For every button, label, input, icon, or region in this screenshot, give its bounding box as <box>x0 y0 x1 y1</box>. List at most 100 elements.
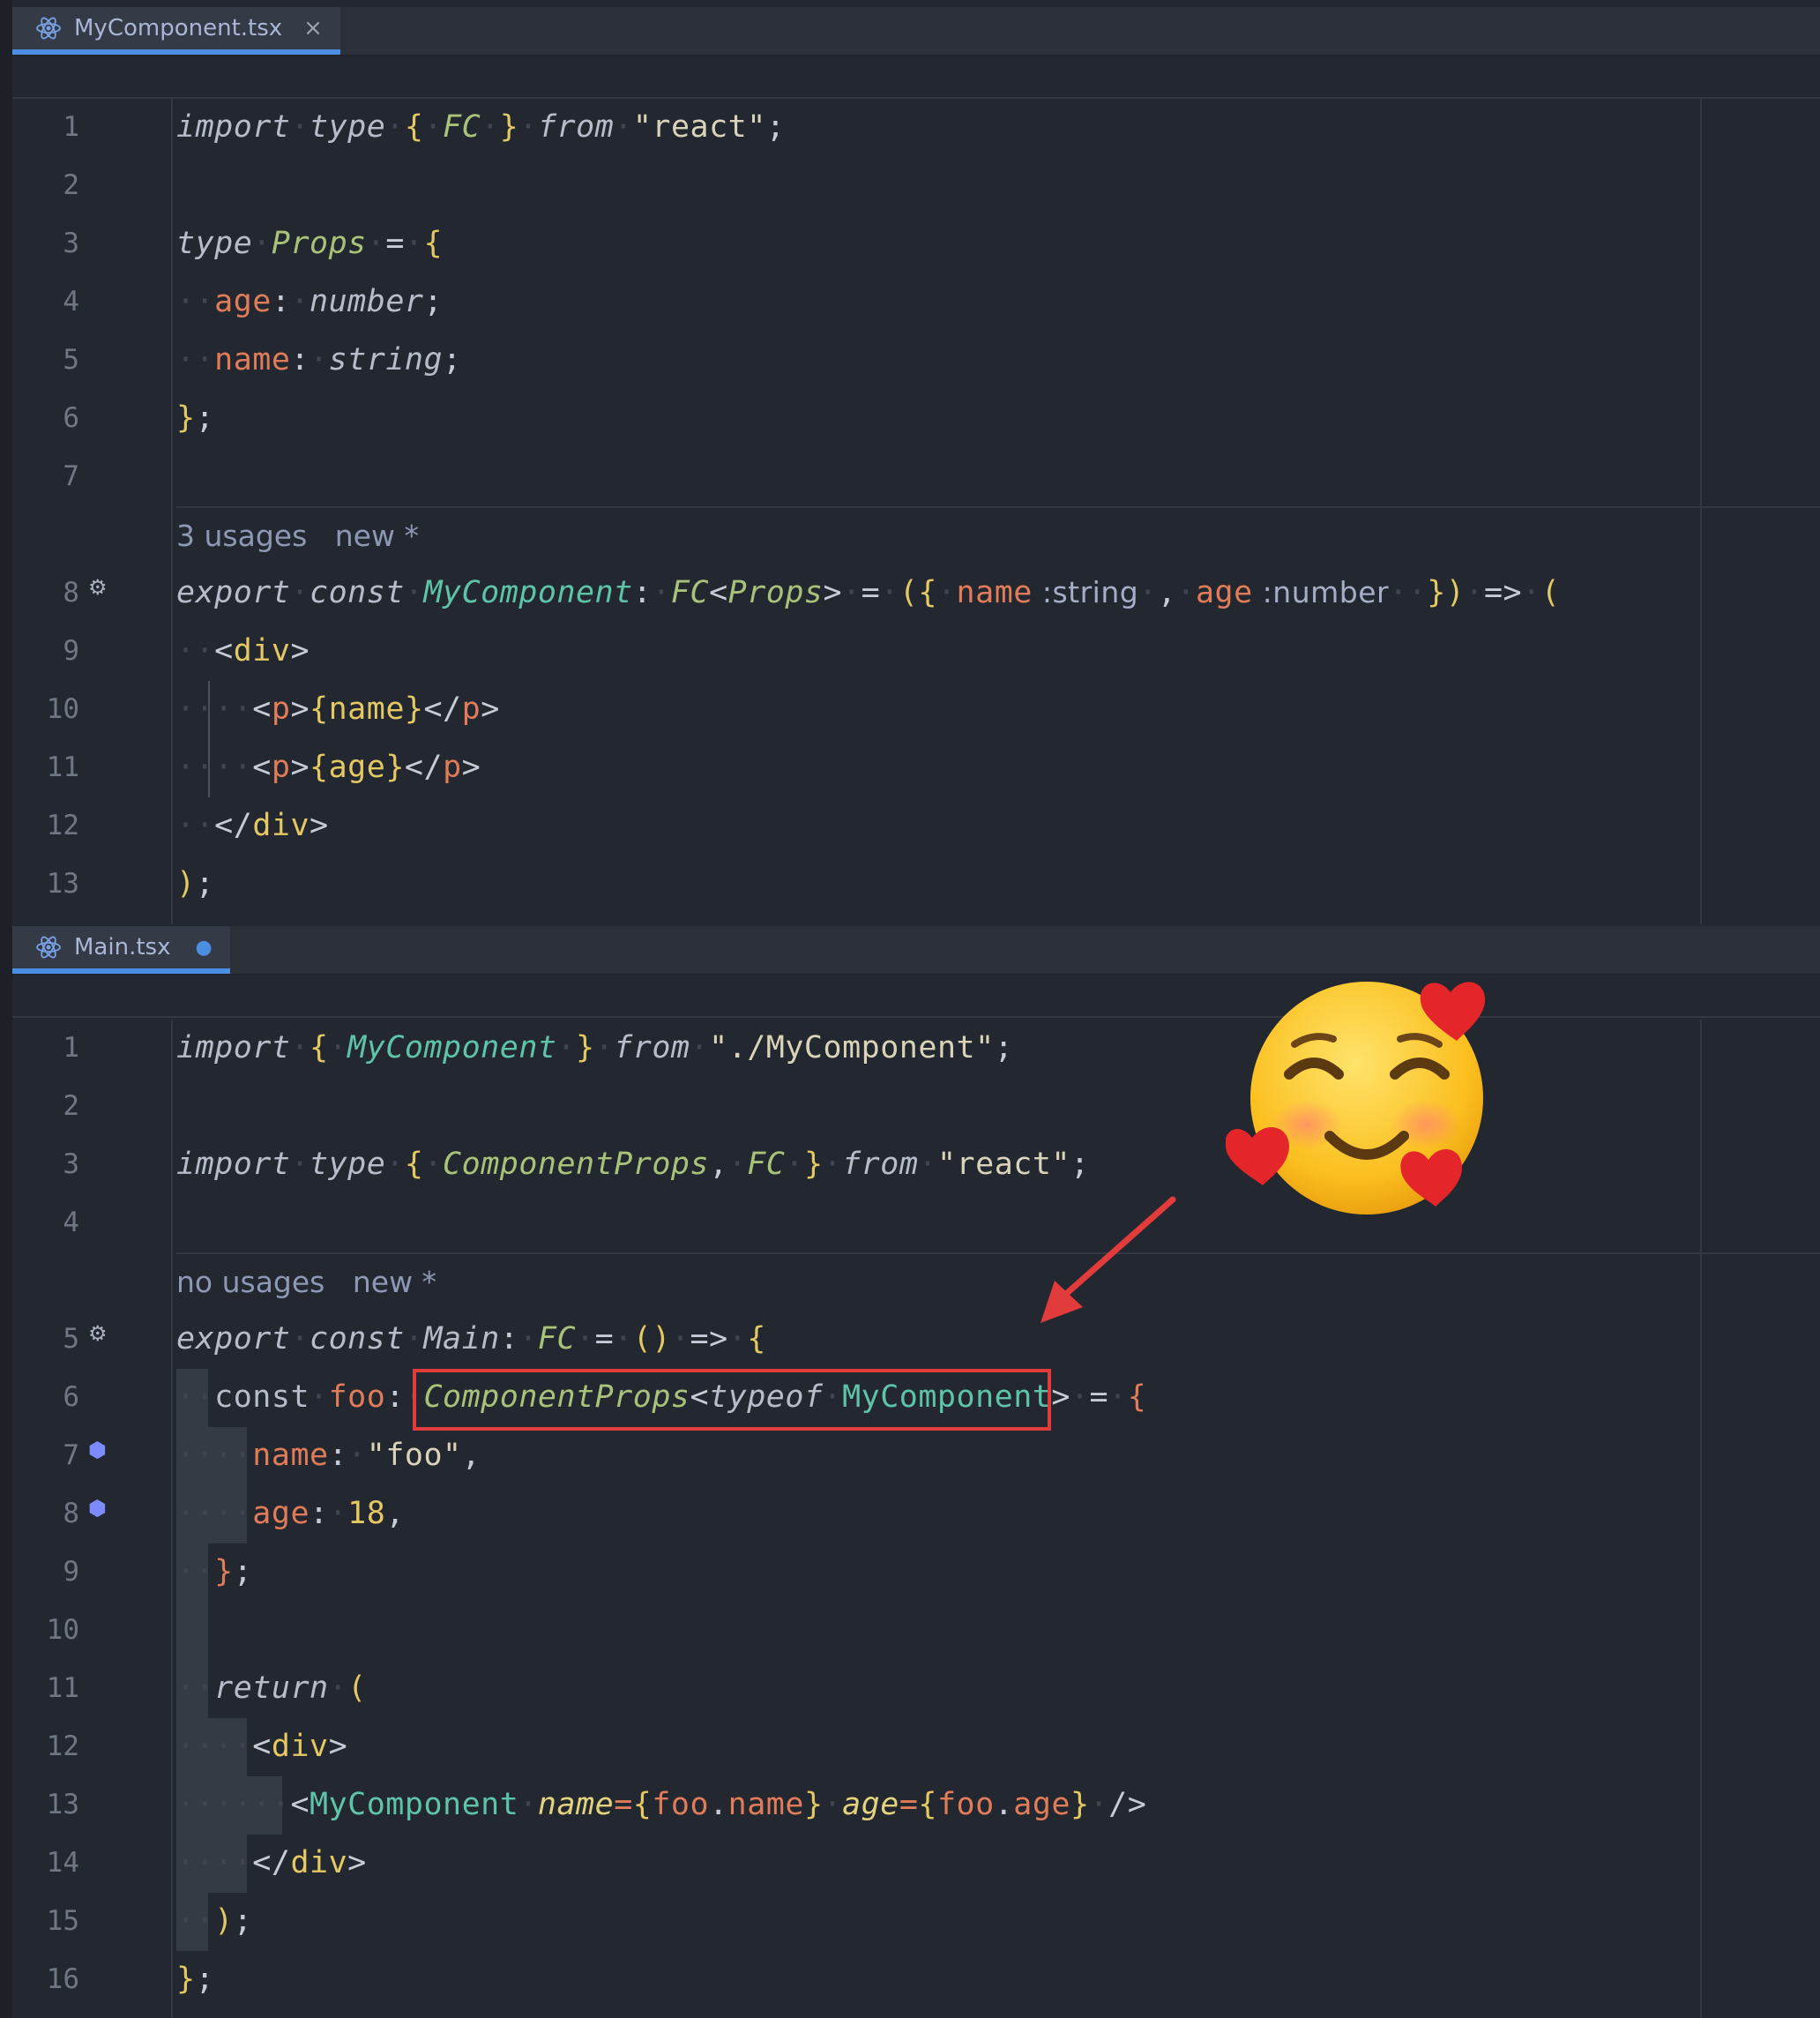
highlight-box <box>413 1369 1051 1431</box>
tab-main[interactable]: Main.tsx ● <box>12 926 230 974</box>
line-number: 2 <box>63 169 79 201</box>
find-usages-icon[interactable]: ⚙ <box>88 575 108 600</box>
token: type <box>176 226 253 261</box>
indent-guide <box>208 681 210 797</box>
token: ; <box>233 1554 253 1589</box>
code-line: 8 ⚙ export·const·MyComponent:·FC<Props>·… <box>12 564 1820 623</box>
line-number: 12 <box>46 1730 79 1762</box>
code-line: 1 import·type·{·FC·}·from·"react"; <box>12 99 1820 157</box>
line-number: 5 <box>63 1323 79 1355</box>
token: Props <box>727 575 824 610</box>
token: > <box>823 575 843 610</box>
code-line: 10 <box>12 1602 1820 1660</box>
implements-property-icon[interactable]: ⬢ <box>88 1496 107 1521</box>
find-usages-icon[interactable]: ⚙ <box>88 1321 108 1346</box>
token: : <box>1262 575 1273 609</box>
code-line: 1 import·{·MyComponent·}·from·"./MyCompo… <box>12 1020 1820 1078</box>
token: { <box>310 750 329 785</box>
line-number: 5 <box>63 344 79 376</box>
usages-hint[interactable]: no usages <box>176 1265 324 1299</box>
token: export <box>176 1321 291 1357</box>
code-vision-hint[interactable]: no usages new * <box>12 1252 1820 1311</box>
token: = <box>1089 1379 1109 1415</box>
token: foo <box>328 1379 386 1415</box>
token: "react" <box>936 1147 1070 1182</box>
implements-property-icon[interactable]: ⬢ <box>88 1438 107 1462</box>
token: ( <box>347 1670 367 1706</box>
close-icon[interactable]: × <box>303 15 323 41</box>
code-line: 3 type·Props·=·{ <box>12 215 1820 273</box>
code-line: 7 <box>12 448 1820 506</box>
tab-bar-main: Main.tsx ● <box>12 926 1820 975</box>
author-hint[interactable]: new * <box>335 519 419 553</box>
react-atom-icon <box>36 936 61 959</box>
usages-hint[interactable]: 3 usages <box>176 519 307 553</box>
line-number: 6 <box>63 402 79 434</box>
breadcrumb-area <box>12 977 1820 1018</box>
modified-indicator: ● <box>195 936 213 959</box>
token: : <box>290 342 310 377</box>
line-number: 3 <box>63 1148 79 1180</box>
token: () <box>632 1321 671 1357</box>
token: > <box>461 750 481 785</box>
line-number: 2 <box>63 1090 79 1122</box>
token: return <box>214 1670 329 1706</box>
token: const <box>214 1379 310 1415</box>
line-number: 9 <box>63 1556 79 1588</box>
token: } <box>404 691 424 727</box>
line-number: 13 <box>46 868 79 900</box>
editor-mycomponent[interactable]: 1 import·type·{·FC·}·from·"react"; 2 3 t… <box>12 99 1820 924</box>
token: . <box>709 1787 728 1822</box>
token: } <box>214 1554 234 1589</box>
token: age <box>328 750 386 785</box>
token: : <box>271 284 291 319</box>
tab-label: Main.tsx <box>74 934 171 960</box>
token: } <box>176 400 196 436</box>
code-line: 12 ··</div> <box>12 797 1820 856</box>
token: }) <box>1427 575 1466 610</box>
code-line: 4 ··age:·number; <box>12 273 1820 332</box>
line-number: 10 <box>46 1614 79 1646</box>
token: import <box>176 1147 291 1182</box>
code-vision-hint[interactable]: 3 usages new * <box>12 506 1820 564</box>
token: import <box>176 109 291 145</box>
token: const <box>310 1321 405 1357</box>
token: = <box>614 1787 633 1822</box>
token: const <box>310 575 405 610</box>
code-line: 7 ⬢ ····name:·"foo", <box>12 1427 1820 1485</box>
code-line: 13 ······<MyComponent·name={foo.name}·ag… <box>12 1776 1820 1835</box>
token: name <box>537 1787 615 1822</box>
token: > <box>310 808 329 843</box>
token: foo <box>936 1787 995 1822</box>
smiling-face-with-hearts-icon <box>1226 982 1486 1215</box>
token: MyComponent <box>310 1787 519 1822</box>
token: => <box>690 1321 728 1357</box>
token: } <box>803 1147 824 1182</box>
token: < <box>252 1729 272 1764</box>
token: } <box>1070 1787 1090 1822</box>
token: ; <box>443 342 462 377</box>
line-number: 15 <box>46 1905 79 1937</box>
line-number: 3 <box>63 228 79 259</box>
token: name <box>252 1438 329 1473</box>
line-number: 12 <box>46 810 79 841</box>
token: div <box>290 1845 348 1880</box>
token: MyComponent <box>423 575 633 610</box>
token: ; <box>994 1030 1014 1065</box>
token: { <box>404 1147 424 1182</box>
author-hint[interactable]: new * <box>353 1265 436 1299</box>
token: : <box>310 1496 329 1531</box>
token: foo <box>652 1787 710 1822</box>
tab-mycomponent[interactable]: MyComponent.tsx × <box>12 7 340 55</box>
red-arrow <box>1041 1196 1176 1323</box>
line-number: 10 <box>46 693 79 725</box>
token: div <box>233 633 291 669</box>
editor-main[interactable]: 1 import·{·MyComponent·}·from·"./MyCompo… <box>12 1020 1820 2018</box>
token: </ <box>423 691 462 727</box>
separator <box>176 506 1820 508</box>
token: , <box>461 1438 481 1473</box>
token: > <box>290 750 310 785</box>
line-number: 16 <box>46 1963 79 1995</box>
code-line: 12 ····<div> <box>12 1718 1820 1776</box>
code-line: 3 import·type·{·ComponentProps,·FC·}·fro… <box>12 1136 1820 1194</box>
